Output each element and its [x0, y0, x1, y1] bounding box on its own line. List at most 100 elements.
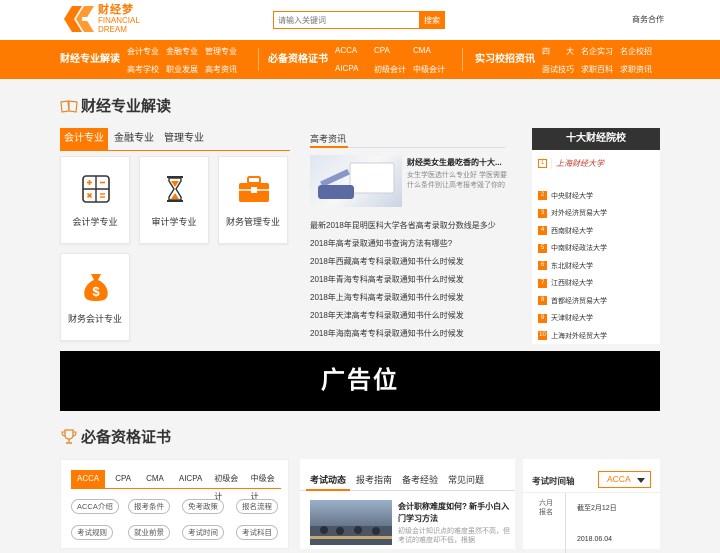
rank-badge: 2 — [538, 191, 547, 201]
tab-exam-guide[interactable]: 报考指南 — [356, 473, 392, 486]
tab-intermediate-accounting[interactable]: 中级会计 — [249, 470, 283, 501]
svg-text:$: $ — [92, 284, 100, 299]
site-logo[interactable]: 财经梦 FINANCIAL DREAM — [60, 4, 140, 34]
tab-finance[interactable]: 金融专业 — [110, 128, 158, 150]
news-item[interactable]: 2018年西藏高考专科录取通知书什么时候发 — [310, 255, 510, 273]
nav-link[interactable]: 职业发展 — [166, 64, 198, 75]
ad-banner[interactable]: 广告位 — [60, 351, 660, 411]
news-item[interactable]: 最新2018年昆明医科大学各省高考录取分数线是多少 — [310, 219, 510, 237]
major-card[interactable]: 会计学专业 — [60, 156, 130, 244]
school-item[interactable]: 2 中央财经大学 — [538, 187, 654, 205]
school-item-first[interactable]: 1 上海财经大学 — [538, 158, 604, 169]
nav-link[interactable]: CMA — [413, 46, 431, 55]
cert-pill[interactable]: 报名流程 — [236, 499, 278, 514]
nav-link[interactable]: 名企校招 — [620, 46, 652, 57]
school-logo: 上海财经大学 — [551, 158, 604, 169]
nav-link[interactable]: 高考学校 — [127, 64, 159, 75]
nav-link[interactable]: 求职百科 — [581, 64, 613, 75]
news-item[interactable]: 2018年高考录取通知书查询方法有哪些? — [310, 237, 510, 255]
school-item[interactable]: 4 西南财经大学 — [538, 222, 654, 240]
cert-panel: ACCA CPA CMA AICPA 初级会计 中级会计 ACCA介绍 报考条件… — [60, 459, 289, 549]
school-name: 东北财经大学 — [551, 262, 593, 270]
major-card[interactable]: 审计学专业 — [139, 156, 209, 244]
nav-divider — [258, 48, 259, 71]
nav-link[interactable]: 面试技巧 — [542, 64, 574, 75]
major-card-label: 财务会计专业 — [67, 314, 122, 324]
search-button[interactable]: 搜索 — [419, 11, 445, 29]
logo-en-1: FINANCIAL — [98, 15, 140, 25]
nav-link[interactable]: 求职资讯 — [620, 64, 652, 75]
cert-pill[interactable]: ACCA介绍 — [71, 499, 119, 514]
nav-link[interactable]: 金融专业 — [166, 46, 198, 57]
nav-link[interactable]: 管理专业 — [205, 46, 237, 57]
news-featured-image[interactable] — [310, 155, 402, 207]
news-item[interactable]: 2018年青海专科高考录取通知书什么时候发 — [310, 273, 510, 291]
school-item[interactable]: 7 江西财经大学 — [538, 275, 654, 293]
timeline-exam-select[interactable]: ACCA — [598, 471, 651, 488]
tab-cma[interactable]: CMA — [141, 470, 169, 488]
nav-link[interactable]: 会计专业 — [127, 46, 159, 57]
top-schools-panel: 十大财经院校 1 上海财经大学 2 中央财经大学 3 对外经济贸易大学 4 西南财经大… — [532, 128, 660, 344]
news-item[interactable]: 2018年上海专科高考录取通知书什么时候发 — [310, 291, 510, 309]
school-item[interactable]: 10 上海对外经贸大学 — [538, 327, 654, 345]
timeline-month-line2: 报名 — [539, 509, 553, 516]
news-list: 最新2018年昆明医科大学各省高考录取分数线是多少 2018年高考录取通知书查询… — [310, 219, 510, 345]
school-name: 中南财经政法大学 — [551, 245, 607, 253]
major-card-label: 财务管理专业 — [225, 217, 280, 227]
cert-pill[interactable]: 免考政策 — [182, 499, 224, 514]
school-name: 对外经济贸易大学 — [551, 210, 607, 218]
nav-link[interactable]: 中级会计 — [413, 64, 445, 75]
tab-faq[interactable]: 常见问题 — [448, 473, 484, 486]
major-card[interactable]: $ 财务会计专业 — [60, 253, 130, 341]
briefcase-icon — [239, 176, 269, 202]
cert-pill[interactable]: 考试时间 — [182, 525, 224, 540]
school-item[interactable]: 9 天津财经大学 — [538, 310, 654, 328]
school-item[interactable]: 3 对外经济贸易大学 — [538, 205, 654, 223]
nav-link[interactable]: 初级会计 — [374, 64, 406, 75]
nav-group-certs-title[interactable]: 必备资格证书 — [268, 40, 328, 79]
tab-cpa[interactable]: CPA — [110, 470, 136, 488]
nav-link[interactable]: CPA — [374, 46, 390, 55]
nav-link[interactable]: 高考资讯 — [205, 64, 237, 75]
news-item[interactable]: 2018年天津高考专科录取通知书什么时候发 — [310, 309, 510, 327]
school-name: 江西财经大学 — [551, 280, 593, 288]
cert-pill[interactable]: 考试规则 — [71, 525, 113, 540]
rank-badge: 5 — [538, 243, 547, 253]
search-input[interactable] — [273, 11, 419, 29]
nav-divider — [462, 48, 463, 71]
section-header-majors: 财经专业解读 — [60, 95, 171, 116]
cert-pill[interactable]: 考试科目 — [236, 525, 278, 540]
major-card[interactable]: 财务管理专业 — [218, 156, 288, 244]
timeline-divider — [523, 492, 660, 493]
news-featured-title[interactable]: 财经类女生最吃香的十大... — [407, 157, 507, 168]
tab-exam-news[interactable]: 考试动态 — [310, 473, 346, 486]
tab-aicpa[interactable]: AICPA — [174, 470, 207, 488]
cert-pill[interactable]: 就业前景 — [128, 525, 170, 540]
tab-acca[interactable]: ACCA — [71, 470, 106, 488]
cert-pill[interactable]: 报考条件 — [128, 499, 170, 514]
school-name: 中央财经大学 — [551, 192, 593, 200]
school-item[interactable]: 8 首都经济贸易大学 — [538, 292, 654, 310]
news-item[interactable]: 2018年海南高考专科录取通知书什么时候发 — [310, 327, 510, 345]
nav-group-majors-title[interactable]: 财经专业解读 — [60, 40, 120, 79]
nav-link[interactable]: 名企实习 — [581, 46, 613, 57]
rank-badge: 3 — [538, 208, 547, 218]
timeline-axis — [565, 493, 566, 553]
money-bag-icon: $ — [84, 274, 108, 301]
nav-link[interactable]: AICPA — [335, 64, 358, 73]
nav-link[interactable]: ACCA — [335, 46, 357, 55]
tab-accounting[interactable]: 会计专业 — [60, 128, 108, 150]
timeline-month-line1: 六月 — [539, 500, 553, 507]
nav-link[interactable]: 四 大 — [542, 46, 574, 57]
business-link[interactable]: 商务合作 — [632, 14, 664, 25]
tab-junior-accounting[interactable]: 初级会计 — [212, 470, 246, 501]
school-item[interactable]: 5 中南财经政法大学 — [538, 240, 654, 258]
exam-featured-image[interactable] — [310, 500, 392, 545]
tab-prep-experience[interactable]: 备考经验 — [402, 473, 438, 486]
major-card-label: 会计学专业 — [72, 217, 118, 227]
nav-group-jobs-title[interactable]: 实习校招资讯 — [475, 40, 535, 79]
tab-management[interactable]: 管理专业 — [160, 128, 208, 150]
exam-featured-title[interactable]: 会计职称难度如何? 新手小白入门学习方法 — [398, 501, 510, 525]
school-item[interactable]: 6 东北财经大学 — [538, 257, 654, 275]
news-section-title[interactable]: 高考资讯 — [310, 132, 346, 145]
